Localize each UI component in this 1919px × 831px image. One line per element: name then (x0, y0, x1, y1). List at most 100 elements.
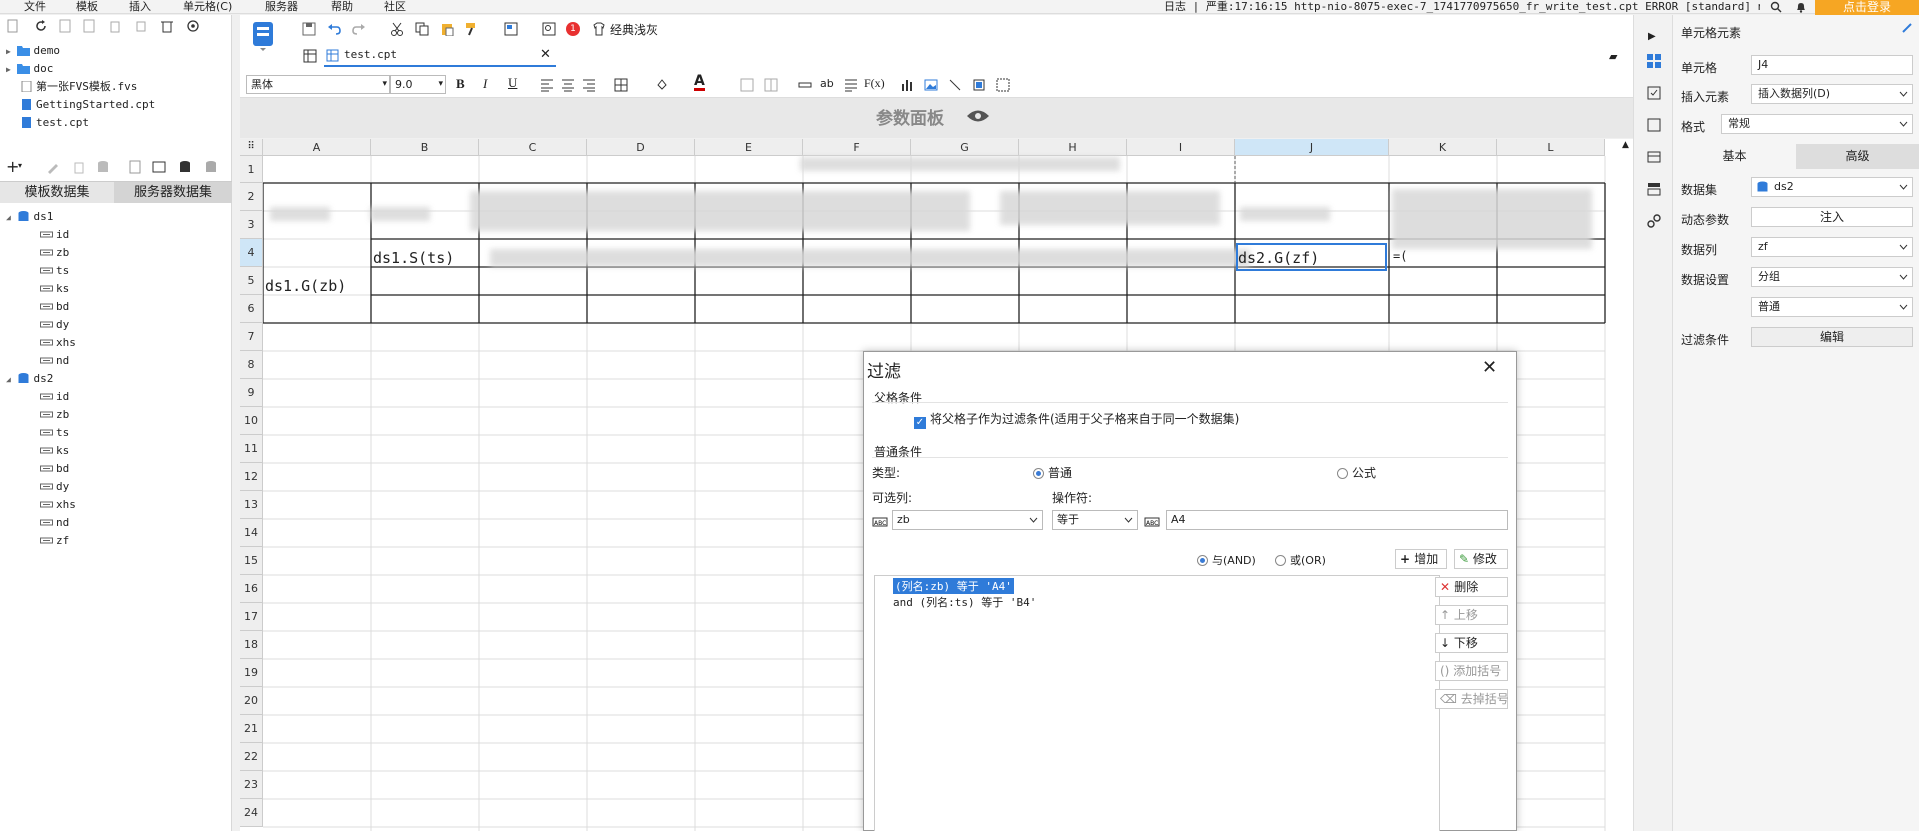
tree-item-gettingstarted[interactable]: GettingStarted.cpt (20, 96, 155, 113)
merge-cells-icon[interactable] (740, 78, 754, 92)
italic-icon[interactable]: I (483, 76, 487, 92)
formula-icon[interactable]: F(x) (864, 76, 885, 91)
align-right-icon[interactable] (582, 78, 596, 92)
field-ds1-id[interactable]: id (40, 226, 69, 243)
dataset-link-icon[interactable] (152, 160, 166, 174)
field-ds1-dy[interactable]: dy (40, 316, 69, 333)
row-header-7[interactable]: 7 (240, 323, 263, 351)
column-header-a[interactable]: A (263, 139, 371, 156)
bold-icon[interactable]: B (456, 76, 465, 92)
param-panel-label[interactable]: 参数面板 (876, 104, 944, 129)
menu-cell[interactable]: 单元格(C) (183, 0, 232, 14)
row-header-5[interactable]: 5 (240, 267, 263, 295)
menu-file[interactable]: 文件 (24, 0, 46, 14)
field-ds2-nd[interactable]: nd (40, 514, 69, 531)
classic-theme-label[interactable]: 经典浅灰 (610, 21, 658, 38)
scroll-up-icon[interactable]: ▲ (1622, 140, 1629, 150)
field-ds1-zb[interactable]: zb (40, 244, 69, 261)
font-color-icon[interactable]: A (694, 74, 705, 91)
column-header-l[interactable]: L (1497, 139, 1605, 156)
column-header-k[interactable]: K (1389, 139, 1497, 156)
field-ds1-nd[interactable]: nd (40, 352, 69, 369)
copy-icon[interactable] (134, 19, 148, 33)
login-button[interactable]: 点击登录 (1815, 0, 1919, 16)
row-header-13[interactable]: 13 (240, 491, 263, 519)
move-up-button[interactable]: ↑ 上移 (1435, 605, 1508, 625)
expand-toolbar-icon[interactable]: ▰ (1609, 50, 1617, 63)
row-header-23[interactable]: 23 (240, 771, 263, 799)
font-name-select[interactable]: 黑体 ▾ (246, 75, 390, 94)
condition-item-2[interactable]: and (列名:ts) 等于 'B4' (893, 594, 1036, 610)
paragraph-icon[interactable] (844, 78, 858, 92)
menu-insert[interactable]: 插入 (129, 0, 151, 14)
copy-icon[interactable] (415, 22, 429, 36)
preview-icon[interactable] (542, 22, 556, 36)
tab-template-dataset[interactable]: 模板数据集 (0, 182, 114, 203)
field-ds2-xhs[interactable]: xhs (40, 496, 76, 513)
db-settings-icon[interactable] (204, 160, 218, 174)
field-ds2-zf[interactable]: zf (40, 532, 69, 549)
row-header-8[interactable]: 8 (240, 351, 263, 379)
cell-element-icon[interactable] (1646, 53, 1662, 69)
template-icon[interactable] (251, 21, 277, 51)
delete-dataset-icon[interactable] (72, 160, 86, 174)
row-header-21[interactable]: 21 (240, 715, 263, 743)
column-header-c[interactable]: C (479, 139, 587, 156)
column-header-f[interactable]: F (803, 139, 911, 156)
delete-icon[interactable] (108, 19, 122, 33)
column-header-h[interactable]: H (1019, 139, 1127, 156)
undo-icon[interactable] (327, 22, 341, 36)
tab-advanced[interactable]: 高级 (1796, 144, 1919, 169)
link-icon[interactable] (1646, 213, 1662, 229)
and-radio[interactable]: 与(AND) (1197, 552, 1256, 568)
menu-community[interactable]: 社区 (384, 0, 406, 14)
menu-server[interactable]: 服务器 (265, 0, 298, 14)
redo-icon[interactable] (352, 22, 366, 36)
or-radio[interactable]: 或(OR) (1275, 552, 1326, 568)
field-ds2-zb[interactable]: zb (40, 406, 69, 423)
field-ds2-dy[interactable]: dy (40, 478, 69, 495)
row-header-9[interactable]: 9 (240, 379, 263, 407)
close-icon[interactable]: ✕ (1482, 357, 1497, 378)
row-header-20[interactable]: 20 (240, 687, 263, 715)
row-header-1[interactable]: 1 (240, 156, 263, 183)
dataset-ds2[interactable]: ◢ ds2 (6, 370, 53, 387)
underline-icon[interactable]: U (508, 75, 517, 91)
selected-cell-j4[interactable] (1236, 243, 1387, 271)
modify-button[interactable]: ✎ 修改 (1454, 549, 1508, 569)
condition-list[interactable]: (列名:zb) 等于 'A4' and (列名:ts) 等于 'B4' (874, 575, 1440, 831)
pin-icon[interactable] (1901, 22, 1913, 34)
field-ds2-bd[interactable]: bd (40, 460, 69, 477)
field-ds2-id[interactable]: id (40, 388, 69, 405)
column-header-e[interactable]: E (695, 139, 803, 156)
tree-item-demo[interactable]: ▶ demo (6, 42, 60, 59)
search-icon[interactable] (1770, 1, 1782, 13)
field-ds2-ks[interactable]: ks (40, 442, 69, 459)
row-header-11[interactable]: 11 (240, 435, 263, 463)
tree-item-doc[interactable]: ▶ doc (6, 60, 53, 77)
parent-filter-checkbox[interactable]: ✓ 将父格子作为过滤条件(适用于父子格来自于同一个数据集) (914, 410, 1239, 429)
row-header-15[interactable]: 15 (240, 547, 263, 575)
delete-button[interactable]: ✕ 删除 (1435, 577, 1508, 597)
row-header-22[interactable]: 22 (240, 743, 263, 771)
grid-corner[interactable]: ⠿ (240, 139, 263, 156)
hyperlink-group-icon[interactable] (1646, 181, 1662, 197)
image-icon[interactable] (924, 78, 938, 92)
type-normal-radio[interactable]: 普通 (1033, 464, 1072, 481)
menu-template[interactable]: 模板 (76, 0, 98, 14)
dataset-select[interactable]: ds2 (1751, 177, 1913, 197)
column-header-g[interactable]: G (911, 139, 1019, 156)
inject-button[interactable]: 注入 (1751, 207, 1913, 227)
font-size-select[interactable]: 9.0 ▾ (390, 75, 446, 94)
new-file-icon[interactable] (6, 19, 20, 33)
move-down-button[interactable]: ↓ 下移 (1435, 633, 1508, 653)
field-ds1-ks[interactable]: ks (40, 280, 69, 297)
file-icon[interactable] (58, 19, 72, 33)
float-element-icon[interactable] (996, 78, 1010, 92)
locate-icon[interactable] (186, 19, 200, 33)
column-header-j[interactable]: J (1235, 139, 1389, 156)
row-header-3[interactable]: 3 (240, 211, 263, 239)
notification-badge[interactable]: 1 (566, 22, 580, 36)
row-header-19[interactable]: 19 (240, 659, 263, 687)
column-header-d[interactable]: D (587, 139, 695, 156)
